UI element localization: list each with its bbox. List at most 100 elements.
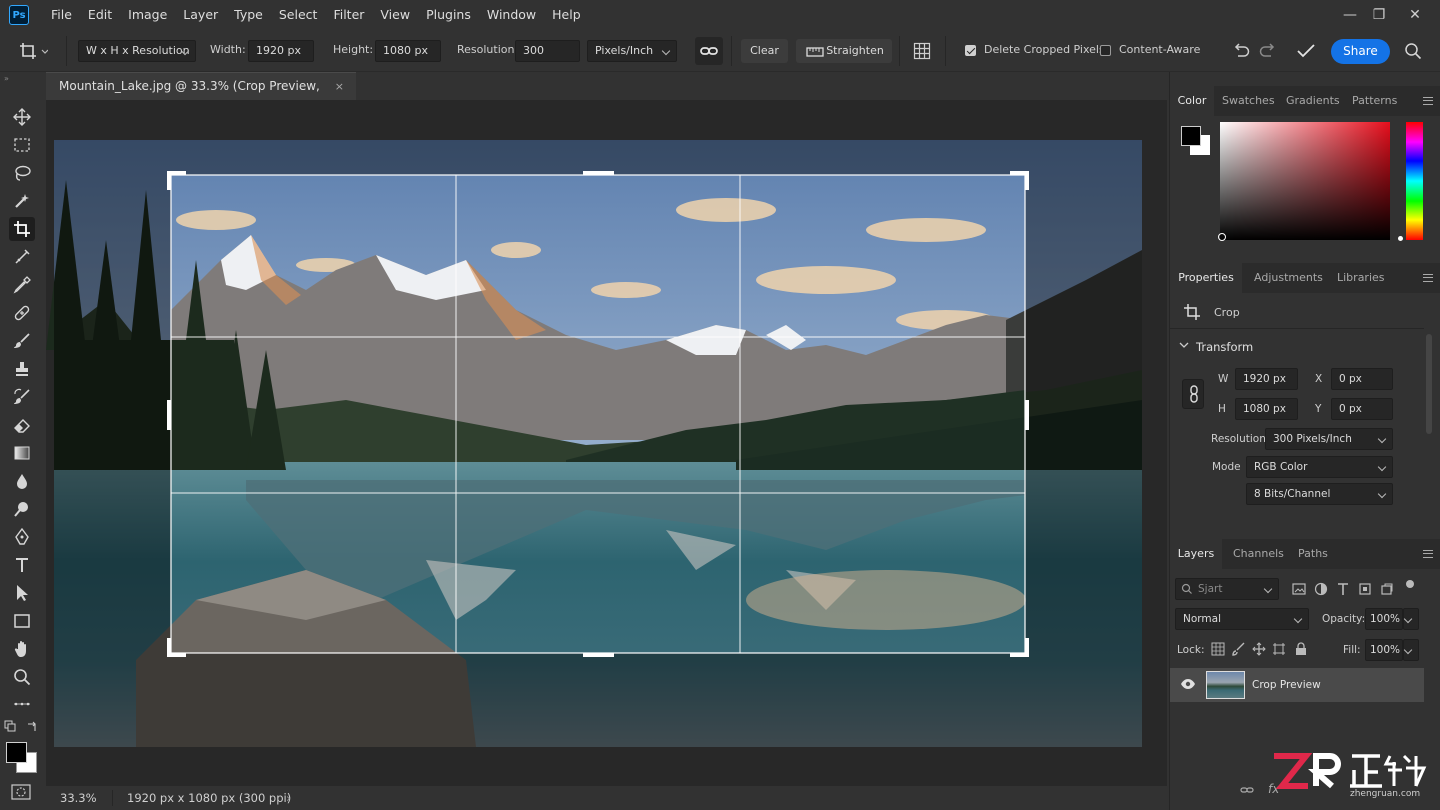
swap-colors-icon[interactable] xyxy=(26,720,38,732)
document-tab[interactable]: Mountain_Lake.jpg @ 33.3% (Crop Preview,… xyxy=(46,72,356,120)
hand-tool-icon[interactable] xyxy=(9,637,35,661)
lock-all-icon[interactable] xyxy=(1294,642,1308,656)
filter-toggle-icon[interactable] xyxy=(1406,580,1414,588)
dodge-tool-icon[interactable] xyxy=(9,497,35,521)
color-panel-menu-icon[interactable] xyxy=(1423,97,1433,105)
close-window-button[interactable]: ✕ xyxy=(1399,0,1431,30)
tab-layers[interactable]: Layers xyxy=(1170,539,1222,569)
eraser-tool-icon[interactable] xyxy=(9,413,35,437)
color-field[interactable] xyxy=(1220,122,1390,240)
menu-help[interactable]: Help xyxy=(544,0,589,30)
opacity-input[interactable]: 100% xyxy=(1365,608,1403,630)
minimize-button[interactable]: — xyxy=(1334,0,1366,30)
filter-pixel-icon[interactable] xyxy=(1292,582,1306,596)
lock-image-icon[interactable] xyxy=(1232,642,1246,656)
canvas-image[interactable] xyxy=(46,100,1167,786)
color-picker-cursor[interactable] xyxy=(1218,233,1226,241)
blur-tool-icon[interactable] xyxy=(9,469,35,493)
search-icon[interactable] xyxy=(1404,42,1422,60)
overlay-grid-icon[interactable] xyxy=(913,42,931,60)
menu-filter[interactable]: Filter xyxy=(325,0,372,30)
fill-dropdown[interactable] xyxy=(1403,639,1419,661)
tab-channels[interactable]: Channels xyxy=(1233,539,1284,569)
filter-type-icon[interactable] xyxy=(1336,582,1350,596)
marquee-tool-icon[interactable] xyxy=(9,133,35,157)
tab-libraries[interactable]: Libraries xyxy=(1337,263,1385,293)
menu-type[interactable]: Type xyxy=(226,0,271,30)
restore-button[interactable]: ❐ xyxy=(1363,0,1395,30)
eyedropper-tool-icon[interactable] xyxy=(9,273,35,297)
tab-paths[interactable]: Paths xyxy=(1298,539,1328,569)
color-fg-swatch[interactable] xyxy=(1181,126,1201,146)
tab-color[interactable]: Color xyxy=(1170,86,1214,116)
pen-tool-icon[interactable] xyxy=(9,525,35,549)
layer-row[interactable]: Crop Preview xyxy=(1170,668,1424,702)
lock-position-icon[interactable] xyxy=(1252,642,1266,656)
opacity-dropdown[interactable] xyxy=(1403,608,1419,630)
properties-resolution-select[interactable]: 300 Pixels/Inch xyxy=(1265,428,1393,450)
filter-shape-icon[interactable] xyxy=(1358,582,1372,596)
zoom-level[interactable]: 33.3% xyxy=(60,786,97,810)
layers-panel-menu-icon[interactable] xyxy=(1423,550,1433,558)
frame-tool-icon[interactable] xyxy=(9,245,35,269)
y-input[interactable]: 0 px xyxy=(1331,398,1393,420)
quick-mask-icon[interactable] xyxy=(11,784,31,800)
properties-scrollbar[interactable] xyxy=(1426,334,1432,434)
delete-cropped-checkbox[interactable] xyxy=(965,45,976,56)
bit-depth-select[interactable]: 8 Bits/Channel xyxy=(1246,483,1393,505)
menu-select[interactable]: Select xyxy=(271,0,326,30)
commit-check-icon[interactable] xyxy=(1296,42,1316,60)
brush-tool-icon[interactable] xyxy=(9,329,35,353)
filter-adjustment-icon[interactable] xyxy=(1314,582,1328,596)
tab-patterns[interactable]: Patterns xyxy=(1352,86,1397,116)
tab-properties[interactable]: Properties xyxy=(1170,263,1242,293)
properties-panel-menu-icon[interactable] xyxy=(1423,274,1433,282)
share-button[interactable]: Share xyxy=(1331,39,1390,64)
fill-input[interactable]: 100% xyxy=(1365,639,1403,661)
menu-view[interactable]: View xyxy=(372,0,418,30)
constrain-proportions-link[interactable] xyxy=(1182,379,1204,409)
mode-select[interactable]: RGB Color xyxy=(1246,456,1393,478)
lock-artboard-icon[interactable] xyxy=(1272,642,1286,656)
w-input[interactable]: 1920 px xyxy=(1235,368,1298,390)
edit-toolbar-icon[interactable] xyxy=(9,692,35,716)
width-input[interactable]: 1920 px xyxy=(248,40,314,62)
height-input[interactable]: 1080 px xyxy=(375,40,441,62)
menu-file[interactable]: File xyxy=(43,0,80,30)
zoom-tool-icon[interactable] xyxy=(9,665,35,689)
lock-transparent-icon[interactable] xyxy=(1211,642,1225,656)
status-arrow-icon[interactable]: › xyxy=(286,786,291,810)
menu-edit[interactable]: Edit xyxy=(80,0,120,30)
x-input[interactable]: 0 px xyxy=(1331,368,1393,390)
tab-gradients[interactable]: Gradients xyxy=(1286,86,1340,116)
undo-icon[interactable] xyxy=(1232,42,1250,60)
lasso-tool-icon[interactable] xyxy=(9,161,35,185)
close-document-icon[interactable]: × xyxy=(335,73,344,100)
crop-tool-preset-icon[interactable] xyxy=(18,41,48,61)
crop-preset-select[interactable]: W x H x Resolution xyxy=(78,40,196,62)
canvas-area[interactable] xyxy=(46,100,1167,786)
filter-smart-object-icon[interactable] xyxy=(1380,582,1394,596)
resolution-input[interactable]: 300 xyxy=(515,40,580,62)
clone-stamp-tool-icon[interactable] xyxy=(9,357,35,381)
type-tool-icon[interactable] xyxy=(9,553,35,577)
foreground-color-swatch[interactable] xyxy=(6,742,27,763)
object-selection-tool-icon[interactable] xyxy=(9,189,35,213)
link-layers-icon[interactable] xyxy=(1240,784,1254,796)
content-aware-checkbox[interactable] xyxy=(1100,45,1111,56)
link-button[interactable] xyxy=(695,37,723,65)
move-tool-icon[interactable] xyxy=(9,105,35,129)
layer-name[interactable]: Crop Preview xyxy=(1252,679,1321,691)
gradient-tool-icon[interactable] xyxy=(9,441,35,465)
h-input[interactable]: 1080 px xyxy=(1235,398,1298,420)
menu-image[interactable]: Image xyxy=(120,0,175,30)
rectangle-tool-icon[interactable] xyxy=(9,609,35,633)
menu-plugins[interactable]: Plugins xyxy=(418,0,479,30)
collapse-arrows-icon[interactable]: » xyxy=(4,74,14,83)
healing-brush-tool-icon[interactable] xyxy=(9,301,35,325)
crop-tool-icon[interactable] xyxy=(9,217,35,241)
path-selection-tool-icon[interactable] xyxy=(9,581,35,605)
history-brush-tool-icon[interactable] xyxy=(9,385,35,409)
hue-marker[interactable] xyxy=(1398,236,1403,241)
menu-layer[interactable]: Layer xyxy=(175,0,226,30)
